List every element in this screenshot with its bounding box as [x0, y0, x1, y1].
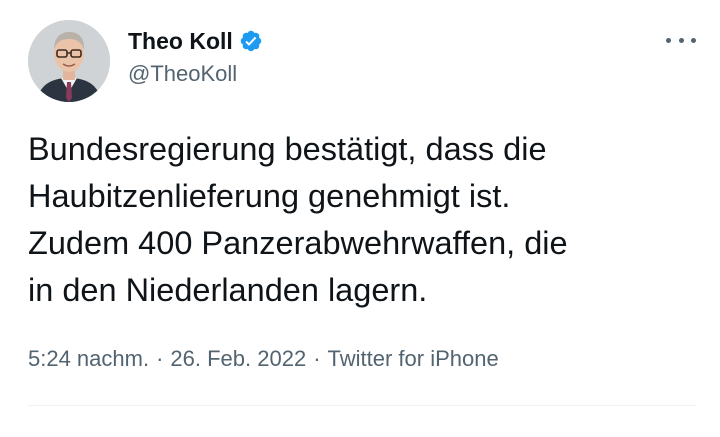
verified-badge-icon: [239, 29, 263, 53]
tweet-meta: 5:24 nachm. · 26. Feb. 2022 · Twitter for iP…: [28, 344, 499, 374]
meta-separator: ·: [156, 346, 164, 371]
tweet-date[interactable]: 26. Feb. 2022: [170, 346, 306, 371]
profile-photo-icon: [28, 20, 110, 102]
author-name[interactable]: Theo Koll: [128, 26, 233, 56]
more-options-icon[interactable]: [666, 30, 696, 50]
tweet-text: Bundesregierung bestätigt, dass die Haub…: [28, 131, 568, 308]
divider: [28, 405, 696, 406]
avatar[interactable]: [28, 20, 110, 102]
meta-separator: ·: [313, 346, 321, 371]
dot: [691, 37, 696, 43]
dot: [678, 37, 684, 43]
tweet-source[interactable]: Twitter for iPhone: [328, 346, 499, 371]
tweet-card: Theo Koll @TheoKoll Bundesregierung best…: [0, 0, 720, 437]
author-handle[interactable]: @TheoKoll: [128, 60, 237, 88]
tweet-time[interactable]: 5:24 nachm.: [28, 346, 149, 371]
author-name-row: Theo Koll: [128, 26, 263, 56]
dot: [666, 37, 671, 43]
